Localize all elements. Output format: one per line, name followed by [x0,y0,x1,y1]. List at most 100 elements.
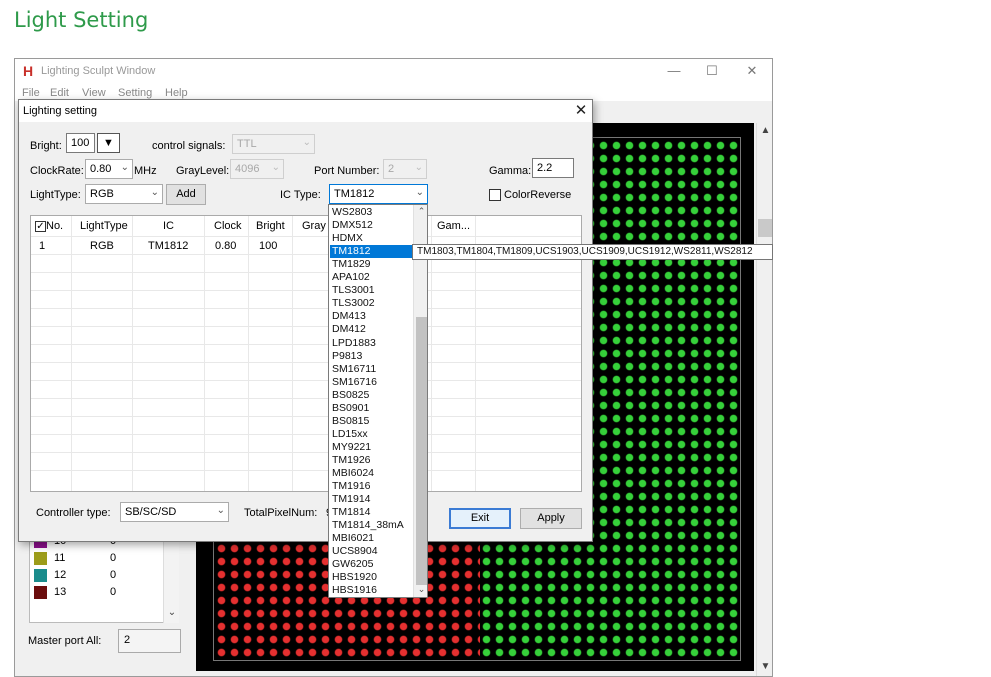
chevron-down-icon[interactable]: ⌄ [164,607,180,618]
dropdown-item[interactable]: DM412 [330,323,413,336]
minimize-icon[interactable]: — [663,62,685,80]
chevron-up-icon[interactable]: ⌃ [414,206,427,217]
select-all-checkbox[interactable]: ✓ [35,221,46,232]
dropdown-item[interactable]: TM1814_38mA [330,519,413,532]
dropdown-item[interactable]: TM1829 [330,258,413,271]
exit-button[interactable]: Exit [449,508,511,529]
maximize-icon[interactable]: ☐ [701,62,723,80]
gamma-input[interactable]: 2.2 [532,158,574,178]
dropdown-item[interactable]: WS2803 [330,206,413,219]
bright-input[interactable]: 100 [66,133,95,153]
gamma-label: Gamma: [489,165,532,177]
dropdown-item[interactable]: TM1814 [330,506,413,519]
column-header-ic[interactable]: IC [163,220,174,232]
bright-dropdown-icon[interactable]: ▼ [97,133,120,153]
column-header-no[interactable]: No. [46,220,63,232]
close-icon[interactable]: ✕ [570,101,592,121]
port-number: 12 [54,569,67,581]
control-signals-select: TTL ⌄ [232,134,315,154]
table-cell-clock[interactable]: 0.80 [215,240,236,252]
dropdown-item[interactable]: MBI6024 [330,467,413,480]
column-header-lighttype[interactable]: LightType [80,220,128,232]
grid-line [31,434,581,435]
table-cell-lighttype[interactable]: RGB [90,240,114,252]
add-button[interactable]: Add [166,184,206,205]
dropdown-item[interactable]: TM1914 [330,493,413,506]
grid-line [31,308,581,309]
grid-line [204,216,205,491]
scroll-down-icon[interactable]: ▼ [757,661,772,675]
dropdown-item[interactable]: TM1812 [330,245,413,259]
table-cell-no[interactable]: 1 [39,240,45,252]
dropdown-item[interactable]: HBS1920 [330,571,413,584]
menu-edit[interactable]: Edit [50,87,69,99]
dropdown-item[interactable]: MBI6021 [330,532,413,545]
ic-type-select[interactable]: TM1812 ⌄ [329,184,428,204]
clockrate-select[interactable]: 0.80 ⌄ [85,159,133,179]
port-value: 0 [110,586,117,598]
dropdown-item[interactable]: UCS8904 [330,545,413,558]
scroll-up-icon[interactable]: ▲ [757,125,772,139]
dropdown-item[interactable]: MY9221 [330,441,413,454]
master-port-input[interactable]: 2 [118,629,181,653]
dropdown-item[interactable]: BS0901 [330,402,413,415]
dropdown-item[interactable]: BS0825 [330,389,413,402]
column-header-gray[interactable]: Gray [302,220,326,232]
dropdown-item[interactable]: TM1926 [330,454,413,467]
table-cell-ic[interactable]: TM1812 [148,240,188,252]
chevron-down-icon[interactable]: ⌄ [414,584,427,595]
control-signals-label: control signals: [152,140,226,152]
port-value: 0 [110,552,117,564]
color-reverse-label: ColorReverse [504,189,572,201]
dropdown-item[interactable]: APA102 [330,271,413,284]
dropdown-item[interactable]: TLS3002 [330,297,413,310]
port-color-swatch [34,586,47,599]
dropdown-scrollbar[interactable]: ⌃ ⌄ [413,205,427,597]
menu-view[interactable]: View [82,87,106,99]
grid-line [71,216,72,491]
list-item[interactable]: 11 0 [34,550,174,567]
chevron-down-icon: ⌄ [414,162,423,173]
dropdown-item[interactable]: DMX512 [330,219,413,232]
chevron-down-icon: ⌄ [302,137,311,148]
dropdown-item[interactable]: LD15xx [330,428,413,441]
dropdown-item[interactable]: DM413 [330,310,413,323]
lighttype-select[interactable]: RGB ⌄ [85,184,163,204]
port-number-select: 2 ⌄ [383,159,427,179]
menu-file[interactable]: File [22,87,40,99]
controller-type-select[interactable]: SB/SC/SD ⌄ [120,502,229,522]
ic-type-value: TM1812 [334,188,375,200]
dropdown-item[interactable]: GW6205 [330,558,413,571]
list-item[interactable]: 13 0 [34,584,174,601]
graylevel-value: 4096 [235,163,260,175]
color-reverse-checkbox[interactable] [489,189,501,201]
menu-setting[interactable]: Setting [118,87,152,99]
apply-button[interactable]: Apply [520,508,582,529]
table-cell-bright[interactable]: 100 [259,240,277,252]
column-header-clock[interactable]: Clock [214,220,242,232]
port-list-scrollbar[interactable]: ⌄ [163,531,179,623]
scroll-thumb[interactable] [758,219,772,237]
chevron-down-icon: ⌄ [120,162,129,173]
list-item[interactable]: 12 0 [34,567,174,584]
port-list: 10 0 11 0 12 0 13 0 [29,531,179,623]
grid-line [31,236,581,237]
close-icon[interactable]: ✕ [741,62,763,80]
dropdown-item[interactable]: SM16711 [330,363,413,376]
column-header-gamma[interactable]: Gam... [437,220,470,232]
dropdown-scroll-thumb[interactable] [416,317,427,585]
canvas-scrollbar[interactable]: ▲ ▼ [756,123,772,676]
dropdown-item[interactable]: BS0815 [330,415,413,428]
dropdown-item[interactable]: HDMX [330,232,413,245]
ic-type-dropdown-list: WS2803 DMX512 HDMX TM1812 TM1829 APA102 TLS300… [328,204,428,598]
column-header-bright[interactable]: Bright [256,220,285,232]
dropdown-item[interactable]: TM1916 [330,480,413,493]
dropdown-item[interactable]: P9813 [330,350,413,363]
dropdown-item[interactable]: LPD1883 [330,337,413,350]
dropdown-item[interactable]: SM16716 [330,376,413,389]
total-pixel-label: TotalPixelNum: [244,507,318,519]
main-window-title: Lighting Sculpt Window [41,65,156,77]
dropdown-item[interactable]: TLS3001 [330,284,413,297]
dropdown-item[interactable]: HBS1916 [330,584,413,597]
menu-help[interactable]: Help [165,87,188,99]
